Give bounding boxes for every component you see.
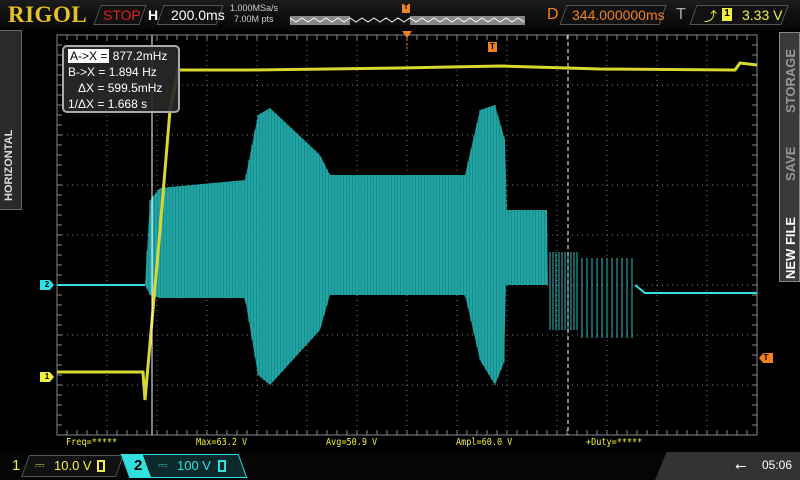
memory-depth: 7.00M pts xyxy=(234,14,274,24)
ch1-bandwidth-icon xyxy=(97,460,105,472)
dc-coupling-icon: ⎓ xyxy=(158,458,168,472)
trigger-position-icon: T xyxy=(402,4,410,13)
menu-new-file[interactable]: NEW FILE xyxy=(783,217,798,279)
ch2-scale[interactable]: 100 V xyxy=(177,458,211,473)
bottom-bar: 1 ⎓ 10.0 V 2 ⎓ 100 V ⭠ 05:06 xyxy=(0,452,800,480)
inv-delta-x-value: 1.668 s xyxy=(107,97,148,111)
timebase-label: H xyxy=(148,7,159,23)
delta-x-value: 599.5mHz xyxy=(107,81,163,95)
cursor-readout: A->X = 877.2mHz B->X = 1.894 Hz ΔX = 599… xyxy=(62,45,180,113)
cursor-b-label: B->X = xyxy=(68,65,106,79)
ch1-scale[interactable]: 10.0 V xyxy=(54,458,92,473)
run-state[interactable]: STOP xyxy=(103,7,141,23)
trigger-source: 1 xyxy=(722,8,732,21)
menu-storage[interactable]: STORAGE xyxy=(783,49,798,113)
cursor-a-value: 877.2mHz xyxy=(112,49,168,63)
ch2-number[interactable]: 2 xyxy=(134,457,142,474)
measurement-avg: Avg=50.9 V xyxy=(326,437,378,448)
ch2-envelope xyxy=(145,105,548,385)
rising-edge-icon: ⤴ xyxy=(704,9,718,24)
top-bar: RIGOL STOP H 200.0ms 1.000MSa/s 7.00M pt… xyxy=(0,0,800,30)
clock-time: 05:06 xyxy=(762,458,793,472)
trigger-level[interactable]: 3.33 V xyxy=(742,7,782,23)
dc-coupling-icon: ⎓ xyxy=(35,458,45,472)
ch1-number[interactable]: 1 xyxy=(12,457,20,474)
delay-value[interactable]: 344.000000ms xyxy=(572,7,665,23)
right-menu: STORAGE SAVE NEW FILE xyxy=(779,32,800,282)
sample-rate: 1.000MSa/s xyxy=(230,3,279,13)
timebase-value[interactable]: 200.0ms xyxy=(171,7,225,23)
measurement-duty: +Duty=***** xyxy=(586,437,643,448)
trigger-marker-top: T xyxy=(488,42,497,52)
cursor-b-value: 1.894 Hz xyxy=(108,65,157,79)
usb-icon: ⭠ xyxy=(735,457,747,473)
measurement-ampl: Ampl=60.0 V xyxy=(456,437,513,448)
measurement-max: Max=63.2 V xyxy=(196,437,248,448)
trigger-position-marker[interactable] xyxy=(402,31,412,38)
ch2-bandwidth-icon xyxy=(218,460,226,472)
rigol-logo: RIGOL xyxy=(8,2,88,27)
menu-save[interactable]: SAVE xyxy=(783,147,798,181)
memory-overview-bar[interactable] xyxy=(290,16,525,25)
measurement-freq: Freq=***** xyxy=(66,437,118,448)
inv-delta-x-label: 1/ΔX = xyxy=(68,97,105,111)
cursor-a-label: A->X = xyxy=(68,49,110,63)
delay-label: D xyxy=(547,6,559,23)
trigger-label: T xyxy=(676,6,686,23)
delta-x-label: ΔX = xyxy=(78,81,105,95)
